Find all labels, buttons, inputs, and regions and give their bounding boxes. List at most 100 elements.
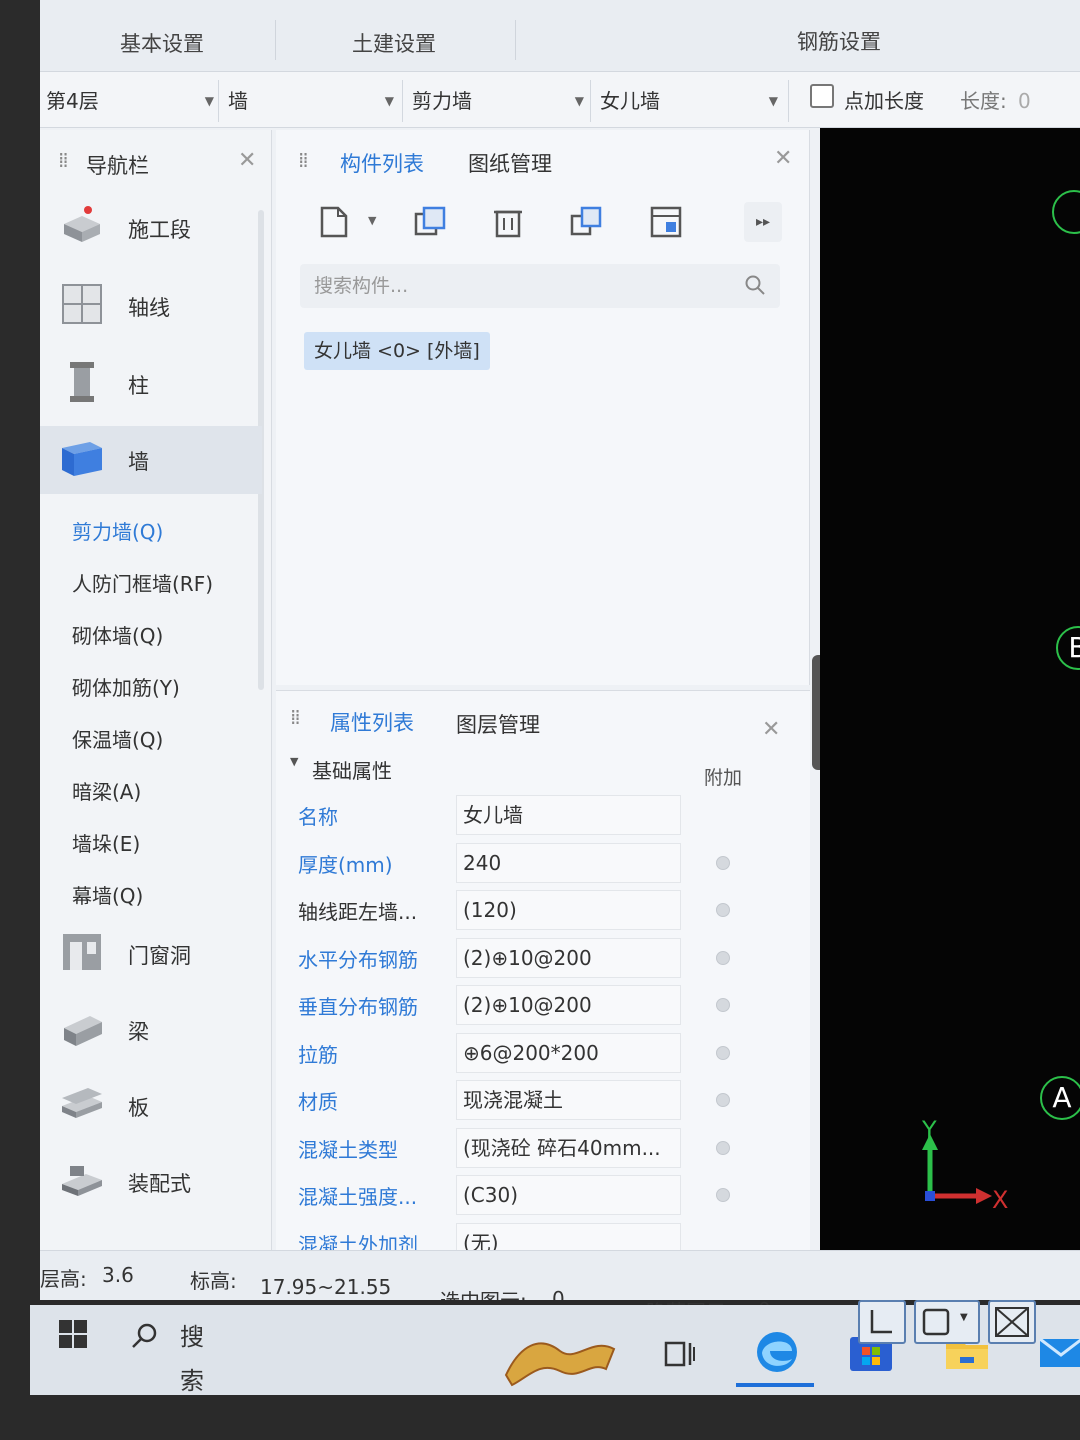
property-row[interactable]: 名称 女儿墙 bbox=[276, 791, 810, 839]
nav-item-label: 梁 bbox=[128, 1020, 149, 1044]
menu-tab-rebar-settings[interactable]: 钢筋设置 bbox=[797, 26, 881, 56]
sub-item-masonry-rebar[interactable]: 砌体加筋(Y) bbox=[72, 672, 180, 701]
floor-select[interactable]: 第4层 ▼ bbox=[46, 84, 214, 118]
property-name: 轴线距左墙... bbox=[298, 900, 418, 924]
drag-handle-icon[interactable]: ⁞⁞ bbox=[298, 148, 309, 172]
nav-title: 导航栏 bbox=[86, 154, 149, 178]
delete-icon[interactable] bbox=[488, 202, 528, 242]
elevation-label: 标高: bbox=[190, 1269, 237, 1293]
property-extra-checkbox[interactable] bbox=[716, 1140, 730, 1155]
sub-item-insulation-wall[interactable]: 保温墙(Q) bbox=[72, 724, 163, 753]
view-tool-ortho[interactable] bbox=[858, 1300, 906, 1344]
nav-item-column[interactable]: 柱 bbox=[40, 350, 262, 418]
new-component-icon[interactable] bbox=[314, 202, 354, 242]
nav-header: ⁞⁞ 导航栏 ✕ bbox=[40, 130, 272, 192]
nav-item-beam[interactable]: 梁 bbox=[40, 996, 262, 1064]
property-value-field[interactable]: (2)⊕10@200 bbox=[456, 937, 681, 978]
axis-bubble-b[interactable]: B bbox=[1056, 626, 1080, 670]
chevron-down-icon: ▼ bbox=[768, 94, 778, 108]
component-toolbar: ▼ ▸▸ bbox=[276, 192, 810, 252]
tab-property-list[interactable]: 属性列表 bbox=[330, 707, 414, 737]
view-tool-cross[interactable] bbox=[988, 1300, 1036, 1344]
property-row[interactable]: 材质 现浇混凝土 bbox=[276, 1076, 810, 1124]
more-tools-icon[interactable]: ▸▸ bbox=[744, 202, 782, 242]
chevron-down-icon: ▼ bbox=[204, 94, 214, 108]
nav-item-grid[interactable]: 轴线 bbox=[40, 272, 262, 340]
axis-bubble-top[interactable] bbox=[1052, 190, 1080, 234]
menu-tab-civil-settings[interactable]: 土建设置 bbox=[352, 28, 436, 58]
floor-select-value: 第4层 bbox=[46, 89, 99, 113]
category-select[interactable]: 墙 ▼ bbox=[228, 84, 394, 118]
nav-item-door-window[interactable]: 门窗洞 bbox=[40, 920, 262, 988]
nav-item-prefab[interactable]: 装配式 bbox=[40, 1148, 262, 1216]
chevron-down-icon: ▼ bbox=[960, 1312, 968, 1323]
property-value-field[interactable]: 240 bbox=[456, 842, 681, 883]
sub-item-civil-defense-wall[interactable]: 人防门框墙(RF) bbox=[72, 568, 213, 597]
property-extra-checkbox[interactable] bbox=[716, 1045, 730, 1060]
axis-bubble-a[interactable]: A bbox=[1040, 1076, 1080, 1120]
property-value-field[interactable]: (C30) bbox=[456, 1175, 681, 1215]
component-select[interactable]: 女儿墙 ▼ bbox=[600, 84, 778, 118]
property-row[interactable]: 厚度(mm) 240 bbox=[276, 839, 810, 887]
tab-layer-management[interactable]: 图层管理 bbox=[456, 709, 540, 739]
property-extra-checkbox[interactable] bbox=[716, 950, 730, 965]
view-tools: ▼ bbox=[818, 1300, 1040, 1346]
extra-column-header: 附加 bbox=[704, 767, 743, 789]
property-extra-checkbox[interactable] bbox=[716, 1093, 730, 1107]
nav-item-slab[interactable]: 板 bbox=[40, 1072, 262, 1140]
view-tool-box[interactable]: ▼ bbox=[914, 1300, 980, 1344]
nav-item-construction-stage[interactable]: 施工段 bbox=[40, 194, 262, 262]
pick-component-icon[interactable] bbox=[646, 202, 686, 242]
sub-item-curtain-wall[interactable]: 幕墙(Q) bbox=[72, 880, 143, 909]
collapse-arrow-icon[interactable]: ▼ bbox=[290, 755, 298, 768]
copy-component-icon[interactable] bbox=[410, 202, 450, 242]
sub-item-masonry-wall[interactable]: 砌体墙(Q) bbox=[72, 620, 163, 649]
ortho-icon bbox=[870, 1310, 892, 1334]
mail-icon[interactable] bbox=[1036, 1327, 1080, 1377]
tab-component-list[interactable]: 构件列表 bbox=[340, 148, 424, 178]
property-extra-checkbox[interactable] bbox=[716, 998, 730, 1012]
close-icon[interactable]: ✕ bbox=[762, 717, 780, 742]
property-row[interactable]: 垂直分布钢筋 (2)⊕10@200 bbox=[276, 981, 810, 1029]
drawing-viewport[interactable]: B A Y X bbox=[820, 128, 1080, 1288]
component-list-item[interactable]: 女儿墙 <0> [外墙] bbox=[304, 332, 490, 370]
edge-browser-icon[interactable] bbox=[752, 1327, 802, 1377]
sub-item-shear-wall[interactable]: 剪力墙(Q) bbox=[72, 516, 163, 545]
property-row[interactable]: 轴线距左墙... (120) bbox=[276, 886, 810, 934]
add-length-checkbox[interactable] bbox=[810, 84, 834, 108]
property-section-header[interactable]: ▼ 基础属性 附加 bbox=[276, 747, 810, 789]
property-extra-checkbox[interactable] bbox=[716, 1188, 730, 1202]
property-row[interactable]: 混凝土类型 (现浇砼 碎石40mm... bbox=[276, 1124, 810, 1172]
close-icon[interactable]: ✕ bbox=[774, 146, 792, 171]
property-value-field[interactable]: (120) bbox=[456, 890, 681, 930]
windows-start-icon[interactable] bbox=[58, 1319, 88, 1349]
sub-item-hidden-beam[interactable]: 暗梁(A) bbox=[72, 776, 141, 805]
type-select[interactable]: 剪力墙 ▼ bbox=[412, 84, 584, 118]
property-value-field[interactable]: (2)⊕10@200 bbox=[456, 985, 681, 1025]
property-value-field[interactable]: (现浇砼 碎石40mm... bbox=[456, 1127, 681, 1168]
search-icon[interactable] bbox=[744, 274, 766, 296]
drag-handle-icon[interactable]: ⁞⁞ bbox=[58, 148, 69, 172]
selector-separator bbox=[590, 80, 591, 122]
menu-tab-basic-settings[interactable]: 基本设置 bbox=[120, 28, 204, 58]
property-row[interactable]: 拉筋 ⊕6@200*200 bbox=[276, 1029, 810, 1077]
property-value-field[interactable]: 现浇混凝土 bbox=[456, 1080, 681, 1120]
tab-drawing-management[interactable]: 图纸管理 bbox=[468, 148, 552, 178]
nav-item-label: 装配式 bbox=[128, 1172, 191, 1196]
length-input[interactable]: 0 bbox=[1018, 84, 1031, 118]
close-icon[interactable]: ✕ bbox=[238, 148, 256, 173]
nav-item-wall[interactable]: 墙 bbox=[40, 426, 262, 494]
property-row[interactable]: 混凝土强度... (C30) bbox=[276, 1171, 810, 1219]
chevron-down-icon[interactable]: ▼ bbox=[368, 214, 376, 227]
property-value-field[interactable]: 女儿墙 bbox=[456, 795, 681, 835]
property-row[interactable]: 水平分布钢筋 (2)⊕10@200 bbox=[276, 934, 810, 982]
drag-handle-icon[interactable]: ⁞⁞ bbox=[290, 705, 301, 729]
slab-icon bbox=[62, 1088, 102, 1118]
search-input[interactable] bbox=[314, 270, 734, 302]
layer-copy-icon[interactable] bbox=[566, 202, 606, 242]
property-value-field[interactable]: ⊕6@200*200 bbox=[456, 1032, 681, 1073]
sub-item-wall-buttress[interactable]: 墙垛(E) bbox=[72, 828, 140, 857]
task-view-icon[interactable] bbox=[658, 1333, 702, 1377]
property-extra-checkbox[interactable] bbox=[716, 903, 730, 917]
property-extra-checkbox[interactable] bbox=[716, 855, 730, 870]
